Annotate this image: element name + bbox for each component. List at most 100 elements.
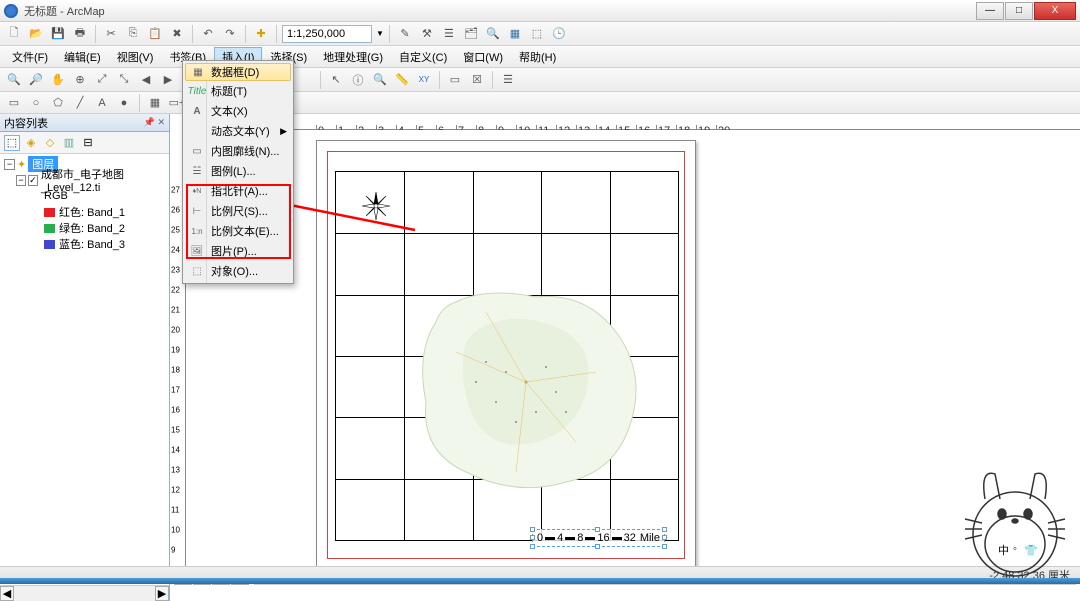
list-by-visibility-icon[interactable]: ◇ [42,135,58,151]
add-data-icon[interactable]: ✚ [251,24,271,44]
list-by-drawing-icon[interactable]: ⬚ [4,135,20,151]
find-icon[interactable]: 🔍 [370,70,390,90]
open-icon[interactable]: 📂 [26,24,46,44]
svg-text:👕: 👕 [1024,544,1038,557]
python-icon[interactable]: ▦ [505,24,525,44]
menu-edit[interactable]: 编辑(E) [56,47,109,67]
cut-icon[interactable]: ✂ [101,24,121,44]
menu-item-dataframe[interactable]: ▦ 数据框(D) [185,63,291,81]
drawing-toolbar-icon[interactable]: ▦ [145,93,165,113]
band-blue: 蓝色: Band_3 [59,236,125,252]
svg-text:◦: ◦ [1013,543,1017,555]
green-swatch [44,224,55,233]
search-icon[interactable]: 🔍 [483,24,503,44]
fixed-zoom-in-icon[interactable]: ⤢ [92,70,112,90]
model-icon[interactable]: ⬚ [527,24,547,44]
menu-item-text[interactable]: A 文本(X) [185,101,291,121]
collapse-icon[interactable]: − [4,159,15,170]
list-by-selection-icon[interactable]: ▥ [61,135,77,151]
options-icon[interactable]: ⊟ [80,135,96,151]
menu-file[interactable]: 文件(F) [4,47,56,67]
save-icon[interactable]: 💾 [48,24,68,44]
identify-icon[interactable]: ⓘ [348,70,368,90]
table-of-contents-panel: 内容列表 📌 ✕ ⬚ ◈ ◇ ▥ ⊟ −✦图层 −✓成都市_电子地图_Level… [0,114,170,601]
window-title: 无标题 - ArcMap [24,3,976,19]
undo-icon[interactable]: ↶ [198,24,218,44]
measure-icon[interactable]: 📏 [392,70,412,90]
scale-text-icon: 1:n [189,223,205,239]
next-extent-icon[interactable]: ▶ [158,70,178,90]
menu-window[interactable]: 窗口(W) [455,47,511,67]
layout-canvas[interactable]: 0 4 8 16 32 Mile [186,130,1080,601]
toc-icon[interactable]: ☰ [439,24,459,44]
layer-checkbox[interactable]: ✓ [28,175,38,186]
copy-icon[interactable]: ⎘ [123,24,143,44]
maximize-button[interactable]: □ [1005,2,1033,20]
attributes-icon[interactable]: ☰ [498,70,518,90]
title-bar: 无标题 - ArcMap — □ X [0,0,1080,22]
circle-icon[interactable]: ○ [26,93,46,113]
toc-header: 内容列表 📌 ✕ [0,114,169,132]
draw-toolbar: ▭ ○ ⬠ ╱ A ● ▦ ▭+ [0,92,1080,114]
submenu-arrow-icon: ▶ [280,126,287,137]
map-content [396,272,656,502]
catalog-icon[interactable]: 🗂 [461,24,481,44]
pin-icon[interactable]: 📌 ✕ [144,117,165,128]
menu-geoprocess[interactable]: 地理处理(G) [315,47,391,67]
zoom-in-icon[interactable]: 🔍 [4,70,24,90]
menu-customize[interactable]: 自定义(C) [391,47,455,67]
editor-icon[interactable]: ✎ [395,24,415,44]
delete-icon[interactable]: ✖ [167,24,187,44]
band-green: 绿色: Band_2 [59,220,125,236]
select-element-icon[interactable]: ↖ [326,70,346,90]
menu-item-object[interactable]: ⬚ 对象(O)... [185,261,291,281]
scale-selector[interactable]: 1:1,250,000 [282,25,372,43]
scale-bar-element[interactable]: 0 4 8 16 32 Mile [532,529,665,547]
tool-icon[interactable]: ⚒ [417,24,437,44]
pan-icon[interactable]: ✋ [48,70,68,90]
tools-toolbar: 🔍 🔎 ✋ ⊕ ⤢ ⤡ ◀ ▶ ↖ ⓘ 🔍 📏 XY ▭ ☒ ☰ [0,68,1080,92]
print-icon[interactable]: 🖶 [70,24,90,44]
legend-icon: ☱ [189,163,205,179]
close-button[interactable]: X [1034,2,1076,20]
scroll-left-icon[interactable]: ◀ [0,586,14,601]
sel-features-icon[interactable]: ▭ [445,70,465,90]
collapse-icon[interactable]: − [16,175,26,186]
insert-menu-dropdown: ▦ 数据框(D) Title 标题(T) A 文本(X) 动态文本(Y) ▶ ▭… [182,60,294,284]
scale-arrow-icon[interactable]: ▼ [376,29,384,38]
north-arrow[interactable] [361,191,391,221]
layout-view: 01234567891011121314151617181920 2726252… [170,114,1080,601]
menu-item-north-arrow[interactable]: ♦N 指北针(A)... [185,181,291,201]
minimize-button[interactable]: — [976,2,1004,20]
text-icon[interactable]: A [92,93,112,113]
poly-icon[interactable]: ⬠ [48,93,68,113]
redo-icon[interactable]: ↷ [220,24,240,44]
menu-view[interactable]: 视图(V) [109,47,162,67]
list-by-source-icon[interactable]: ◈ [23,135,39,151]
time-icon[interactable]: 🕒 [549,24,569,44]
fixed-zoom-out-icon[interactable]: ⤡ [114,70,134,90]
zoom-out-icon[interactable]: 🔎 [26,70,46,90]
menu-item-dynamic-text[interactable]: 动态文本(Y) ▶ [185,121,291,141]
menu-item-title[interactable]: Title 标题(T) [185,81,291,101]
prev-extent-icon[interactable]: ◀ [136,70,156,90]
horizontal-ruler: 01234567891011121314151617181920 [186,114,1080,130]
line-icon[interactable]: ╱ [70,93,90,113]
map-frame[interactable] [335,171,679,541]
menu-item-scale-text[interactable]: 1:n 比例文本(E)... [185,221,291,241]
marker-icon[interactable]: ● [114,93,134,113]
clear-sel-icon[interactable]: ☒ [467,70,487,90]
new-doc-icon[interactable]: 🗋 [4,24,24,44]
menu-item-neatline[interactable]: ▭ 内图廓线(N)... [185,141,291,161]
menu-help[interactable]: 帮助(H) [511,47,564,67]
menu-item-picture[interactable]: 🖼 图片(P)... [185,241,291,261]
scroll-right-icon[interactable]: ▶ [155,586,169,601]
band-red: 红色: Band_1 [59,204,125,220]
full-extent-icon[interactable]: ⊕ [70,70,90,90]
paste-icon[interactable]: 📋 [145,24,165,44]
menu-item-scale-bar[interactable]: ⊢ 比例尺(S)... [185,201,291,221]
blue-swatch [44,240,55,249]
rect-icon[interactable]: ▭ [4,93,24,113]
menu-item-legend[interactable]: ☱ 图例(L)... [185,161,291,181]
goto-xy-icon[interactable]: XY [414,70,434,90]
